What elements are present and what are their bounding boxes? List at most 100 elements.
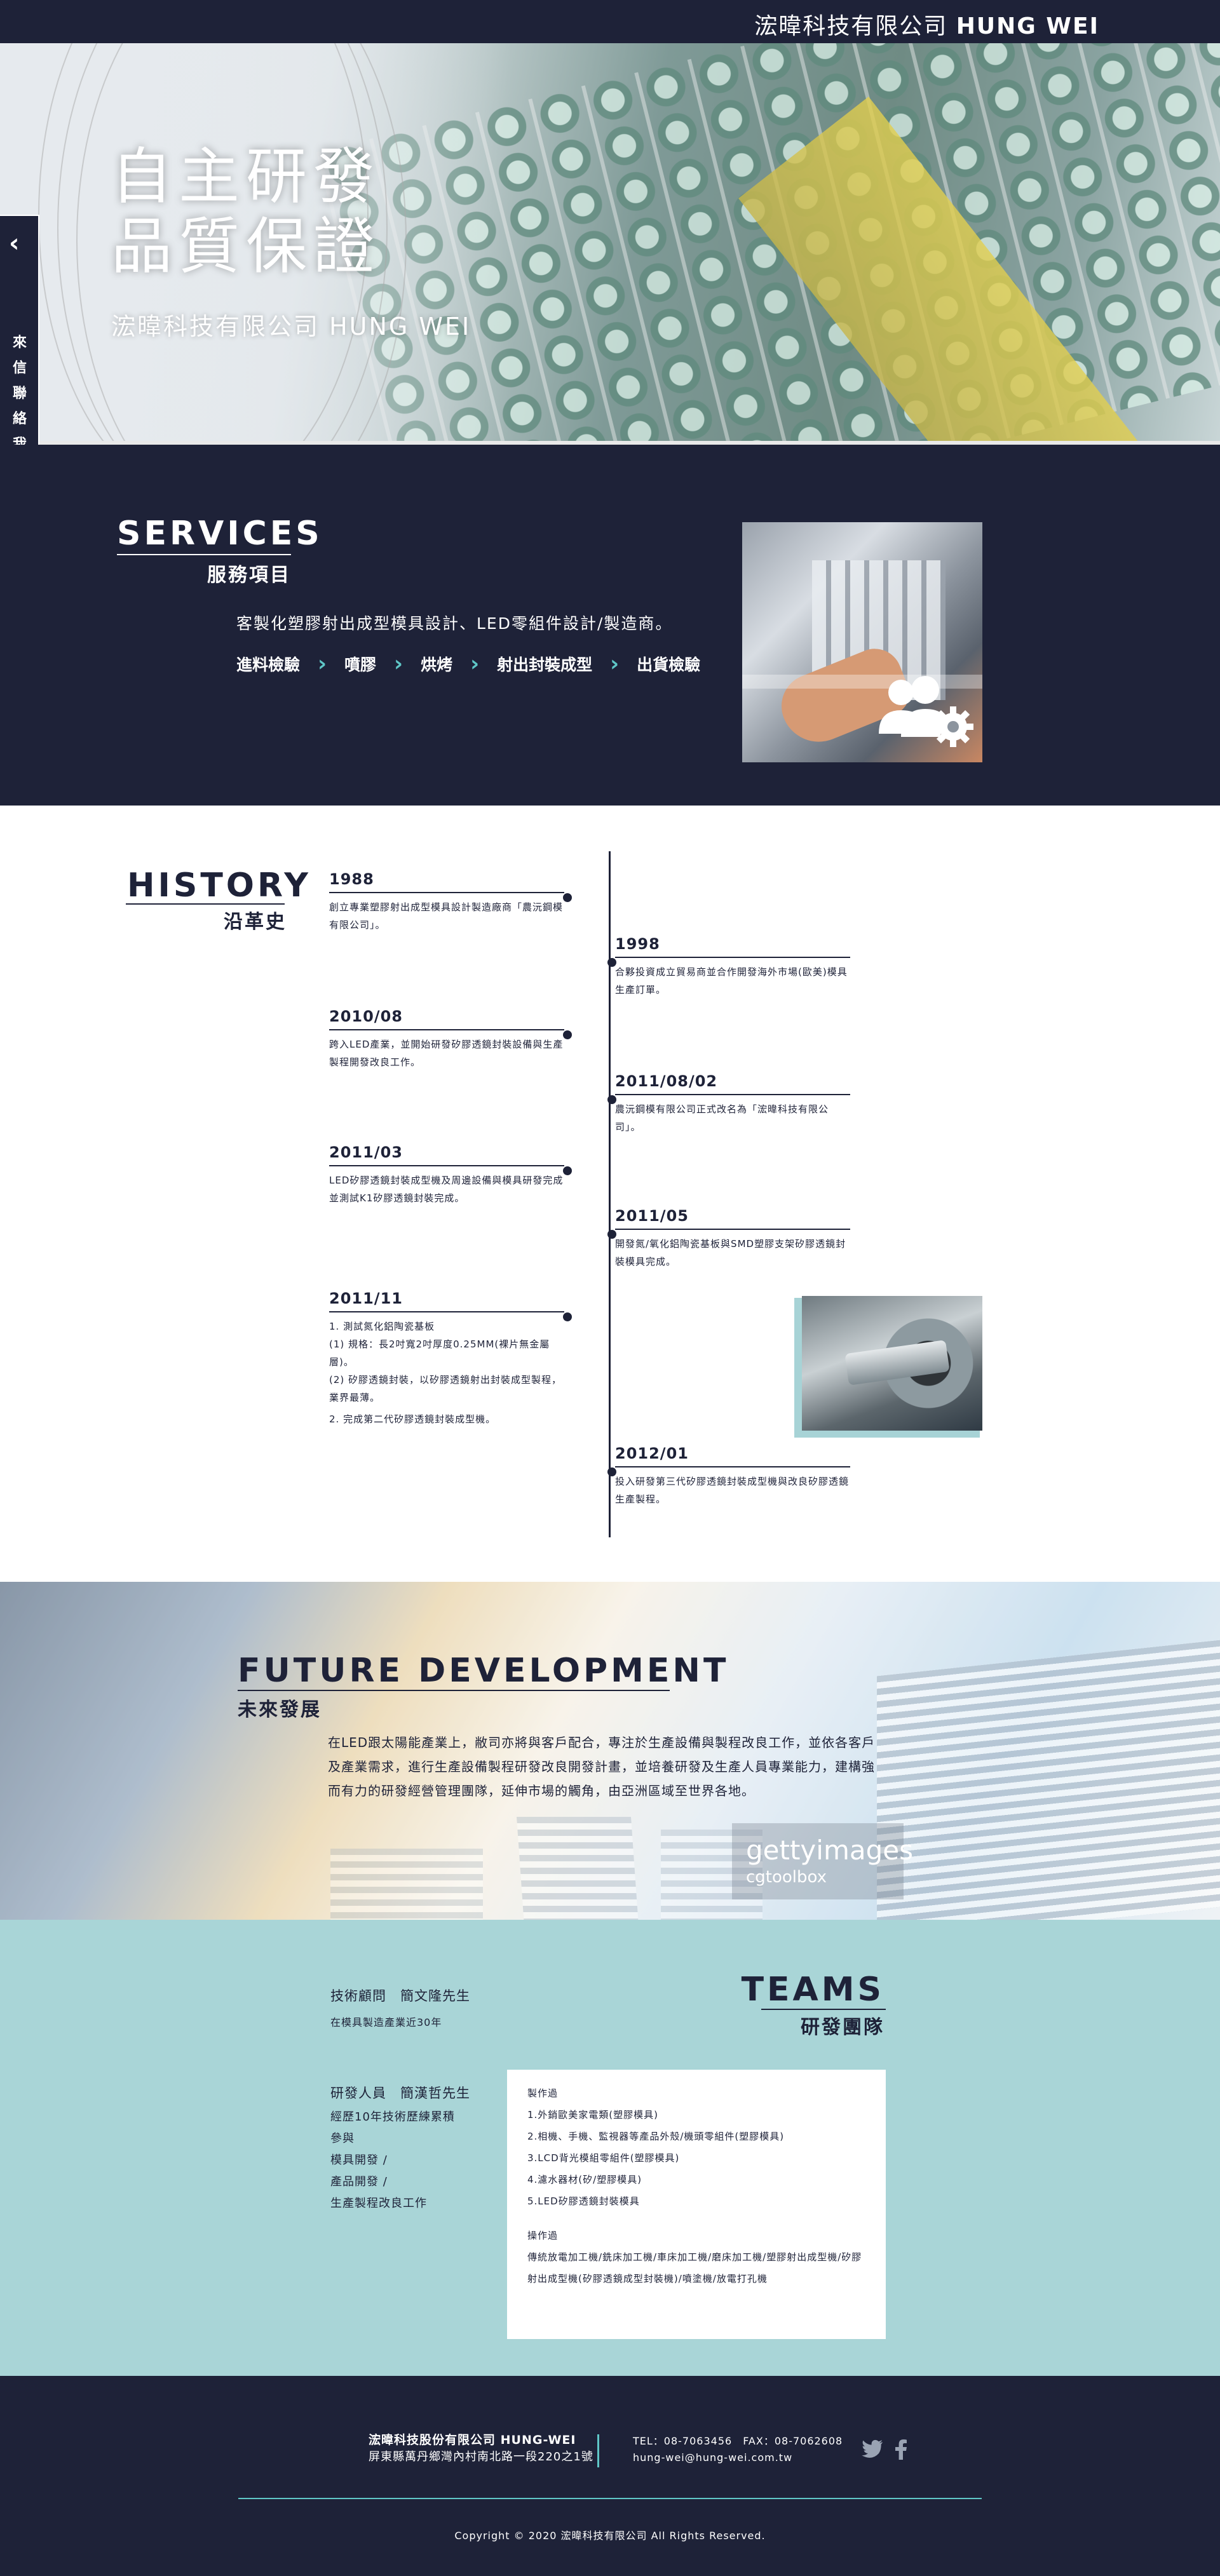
timeline-dot: [563, 1312, 572, 1321]
event-year: 1998: [615, 935, 660, 953]
users-gear-icon: [879, 676, 973, 747]
event-rule: [329, 892, 564, 893]
event-year: 2010/08: [329, 1008, 403, 1025]
process-step: 烘烤: [421, 656, 453, 674]
event-text: 投入研發第三代矽膠透鏡封裝成型機與改良矽膠透鏡生產製程。: [615, 1476, 850, 1505]
timeline-dot: [563, 1166, 572, 1175]
card-list-item: 5.LED矽膠透鏡封裝模具: [527, 2195, 640, 2207]
event-rule: [615, 1094, 850, 1095]
advisor-name: 技術顧問 簡文隆先生: [330, 1988, 470, 2004]
timeline-event: 2012/01 投入研發第三代矽膠透鏡封裝成型機與改良矽膠透鏡生產製程。: [607, 1445, 850, 1508]
event-year: 2011/03: [329, 1143, 403, 1161]
researcher-bio-line: 生產製程改良工作: [330, 2197, 427, 2210]
social-links: [862, 2439, 907, 2460]
hero-subtitle: 浤暐科技有限公司 HUNG WEI: [111, 313, 471, 341]
facebook-icon[interactable]: [895, 2439, 907, 2460]
footer-rule: [238, 2498, 982, 2499]
process-step: 噴膠: [344, 656, 377, 674]
hero-headline-line1: 自主研發: [111, 141, 381, 212]
teams-title-rule: [761, 2009, 886, 2010]
brand-name[interactable]: 浤暐科技有限公司 HUNG WEI: [754, 8, 1099, 41]
advisor-bio: 在模具製造產業近30年: [330, 2016, 442, 2028]
experience-card: 製作過 1.外銷歐美家電類(塑膠模具) 2.相機、手機、監視器等產品外殼/機頭零…: [507, 2070, 886, 2339]
card-list-item: 1.外銷歐美家電類(塑膠模具): [527, 2109, 659, 2121]
history-title-en: HISTORY: [127, 867, 311, 905]
timeline-dot: [607, 1095, 616, 1104]
chevron-right-icon: ›: [394, 651, 403, 677]
services-title-en: SERVICES: [117, 515, 323, 553]
timeline-event: 2010/08 跨入LED產業，並開始研發矽膠透鏡封裝設備與生產製程開發改良工作…: [329, 1008, 572, 1071]
hero-banner: 自主研發 品質保證 浤暐科技有限公司 HUNG WEI: [0, 43, 1220, 445]
hero-headline: 自主研發 品質保證: [111, 142, 381, 281]
event-text: 跨入LED產業，並開始研發矽膠透鏡封裝設備與生產製程開發改良工作。: [329, 1039, 564, 1068]
event-rule: [329, 1029, 564, 1030]
footer-email[interactable]: hung-wei@hung-wei.com.tw: [633, 2450, 843, 2466]
brand-name-en: HUNG WEI: [956, 13, 1099, 39]
card-list-item: 4.濾水器材(矽/塑膠模具): [527, 2174, 642, 2185]
timeline-dot: [607, 958, 616, 967]
stock-watermark: gettyimages cgtoolbox: [732, 1823, 913, 1899]
watermark-line2: cgtoolbox: [746, 1868, 827, 1887]
card-list-item: 2.相機、手機、監視器等產品外殼/機頭零組件(塑膠模具): [527, 2131, 785, 2142]
twitter-icon[interactable]: [862, 2439, 883, 2458]
event-rule: [329, 1311, 564, 1312]
event-text: 1. 測試氮化鋁陶瓷基板 (1) 規格：長2吋寬2吋厚度0.25MM(裸片無金屬…: [329, 1318, 564, 1428]
hero-headline-line2: 品質保證: [111, 211, 381, 282]
event-year: 2011/05: [615, 1207, 689, 1225]
timeline-dot: [607, 1230, 616, 1239]
chevron-left-icon[interactable]: ‹: [9, 229, 19, 258]
footer-panel: 浤暐科技股份有限公司 HUNG-WEI 屏東縣萬丹鄉灣內村南北路一段220之1號…: [0, 2376, 1220, 2576]
researcher-bio-line: 產品開發 /: [330, 2175, 388, 2188]
history-title-rule: [126, 903, 285, 905]
process-step: 出貨檢驗: [637, 656, 701, 674]
event-year: 2012/01: [615, 1445, 689, 1462]
card-list-item: 3.LCD背光模組零組件(塑膠模具): [527, 2152, 680, 2164]
researcher-bio-line: 模具開發 /: [330, 2154, 388, 2167]
future-title-en: FUTURE DEVELOPMENT: [238, 1652, 729, 1690]
card-heading-operated: 操作過: [527, 2230, 559, 2241]
future-section: FUTURE DEVELOPMENT 未來發展 在LED跟太陽能產業上，敝司亦將…: [0, 1582, 1220, 1920]
footer-contact: TEL：08-7063456 FAX：08-7062608 hung-wei@h…: [633, 2433, 843, 2466]
event-text-line: 2. 完成第二代矽膠透鏡封裝成型機。: [329, 1413, 496, 1425]
timeline-dot: [563, 1030, 572, 1039]
future-text: 在LED跟太陽能產業上，敝司亦將與客戶配合，專注於生產設備與製程改良工作，並依各…: [328, 1735, 876, 1798]
future-title-zh: 未來發展: [238, 1699, 322, 1721]
history-photo: [802, 1296, 982, 1431]
researcher-bio-line: 參與: [330, 2132, 355, 2145]
chevron-right-icon: ›: [318, 651, 327, 677]
event-text-line: (2) 矽膠透鏡封裝，以矽膠透鏡射出封裝成型製程，業界最薄。: [329, 1374, 562, 1403]
event-text: 開發氮/氧化鋁陶瓷基板與SMD塑膠支架矽膠透鏡封裝模具完成。: [615, 1238, 846, 1267]
watermark-line1: gettyimages: [746, 1835, 913, 1866]
timeline-dot: [607, 1467, 616, 1476]
brand-name-zh: 浤暐科技有限公司: [754, 13, 948, 39]
teams-title-en: TEAMS: [741, 1971, 884, 2009]
services-section: SERVICES 服務項目 客製化塑膠射出成型模具設計、LED零組件設計/製造商…: [0, 445, 1220, 806]
event-rule: [615, 1229, 850, 1230]
teams-section: TEAMS 研發團隊 技術顧問 簡文隆先生 在模具製造產業近30年 研發人員 簡…: [0, 1920, 1220, 2339]
event-text: 創立專業塑膠射出成型模具設計製造廠商「農沅鋼模有限公司」。: [329, 901, 564, 931]
process-steps: 進料檢驗 › 噴膠 › 烘烤 › 射出封裝成型 › 出貨檢驗: [236, 651, 700, 677]
history-section: HISTORY 沿革史 1988 創立專業塑膠射出成型模具設計製造廠商「農沅鋼模…: [0, 806, 1220, 1582]
footer-copyright: Copyright © 2020 浤暐科技有限公司 All Rights Res…: [454, 2530, 766, 2542]
chevron-right-icon: ›: [470, 651, 480, 677]
services-title-zh: 服務項目: [207, 564, 291, 586]
timeline-axis: [609, 851, 611, 1537]
timeline-event: 1988 創立專業塑膠射出成型模具設計製造廠商「農沅鋼模有限公司」。: [329, 870, 572, 934]
teams-title-zh: 研發團隊: [801, 2016, 884, 2039]
footer-divider: [597, 2434, 599, 2467]
process-step: 進料檢驗: [236, 656, 301, 674]
timeline-event: 2011/05 開發氮/氧化鋁陶瓷基板與SMD塑膠支架矽膠透鏡封裝模具完成。: [607, 1207, 850, 1271]
event-rule: [329, 1165, 564, 1166]
process-step: 射出封裝成型: [497, 656, 593, 674]
event-text: 農沅鋼模有限公司正式改名為「浤暐科技有限公司」。: [615, 1103, 829, 1133]
footer-company-name: 浤暐科技股份有限公司 HUNG-WEI: [369, 2433, 576, 2447]
timeline-event: 2011/11 1. 測試氮化鋁陶瓷基板 (1) 規格：長2吋寬2吋厚度0.25…: [329, 1290, 572, 1428]
card-heading-made: 製作過: [527, 2087, 559, 2099]
researcher-bio-line: 經歷10年技術歷練累積: [330, 2110, 455, 2124]
timeline-event: 1998 合夥投資成立貿易商並合作開發海外市場(歐美)模具生產訂單。: [607, 935, 850, 999]
event-text: 合夥投資成立貿易商並合作開發海外市場(歐美)模具生產訂單。: [615, 966, 848, 995]
history-title-zh: 沿革史: [224, 911, 287, 933]
event-year: 2011/11: [329, 1290, 403, 1307]
services-description: 客製化塑膠射出成型模具設計、LED零組件設計/製造商。: [236, 614, 673, 633]
event-rule: [615, 1466, 850, 1467]
